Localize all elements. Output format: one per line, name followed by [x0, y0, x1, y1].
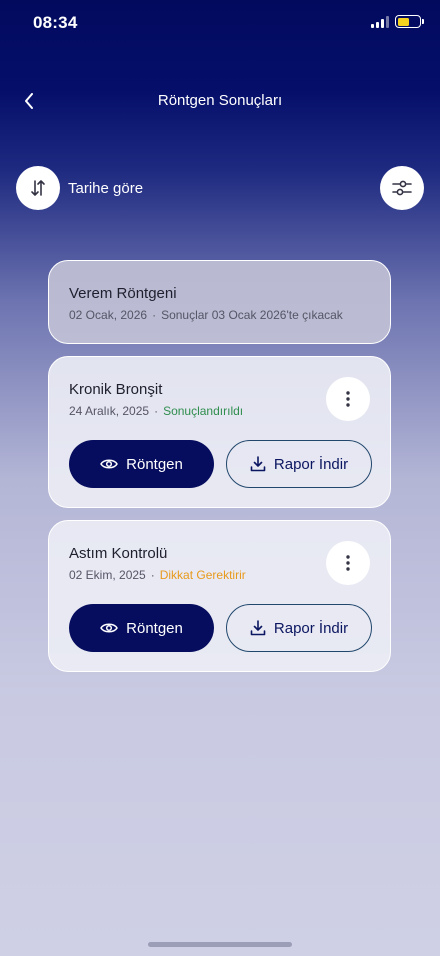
view-xray-label: Röntgen: [126, 619, 183, 637]
more-vertical-icon: [346, 391, 350, 407]
download-report-button[interactable]: Rapor İndir: [226, 440, 372, 488]
result-card: Astım Kontrolü 02 Ekim, 2025 · Dikkat Gere…: [48, 520, 391, 672]
page-title: Röntgen Sonuçları: [157, 92, 283, 109]
signal-icon: [371, 16, 389, 28]
view-xray-button[interactable]: Röntgen: [69, 604, 214, 652]
more-options-button[interactable]: [326, 377, 370, 421]
sort-label[interactable]: Tarihe göre: [68, 180, 143, 197]
download-icon: [250, 620, 266, 636]
result-date: 24 Aralık, 2025: [69, 404, 150, 418]
result-meta: 02 Ocak, 2026 · Sonuçlar 03 Ocak 2026'te ç…: [69, 308, 343, 322]
more-options-button[interactable]: [326, 541, 370, 585]
view-xray-button[interactable]: Röntgen: [69, 440, 214, 488]
result-title: Verem Röntgeni: [69, 285, 177, 302]
result-card: Kronik Bronşit 24 Aralık, 2025 · Sonuçland…: [48, 356, 391, 508]
result-date: 02 Ekim, 2025: [69, 568, 146, 582]
sort-icon: [31, 180, 45, 196]
view-xray-label: Röntgen: [126, 455, 183, 473]
sort-button[interactable]: [16, 166, 60, 210]
result-meta: 02 Ekim, 2025 · Dikkat Gerektirir: [69, 568, 246, 582]
header: Röntgen Sonuçları: [0, 80, 440, 124]
result-status: Sonuçlar 03 Ocak 2026'te çıkacak: [161, 308, 343, 322]
status-time: 08:34: [33, 13, 78, 32]
filter-button[interactable]: [380, 166, 424, 210]
eye-icon: [100, 623, 119, 633]
result-card[interactable]: Verem Röntgeni 02 Ocak, 2026 · Sonuçlar 03…: [48, 260, 391, 344]
download-report-button[interactable]: Rapor İndir: [226, 604, 372, 652]
result-title: Kronik Bronşit: [69, 381, 163, 398]
download-icon: [250, 456, 266, 472]
result-date: 02 Ocak, 2026: [69, 308, 148, 322]
download-report-label: Rapor İndir: [273, 455, 349, 473]
more-vertical-icon: [346, 555, 350, 571]
status-bar: 08:34: [0, 0, 440, 46]
result-status: Sonuçlandırıldı: [163, 404, 244, 418]
result-title: Astım Kontrolü: [69, 545, 168, 562]
battery-cap: [422, 19, 424, 24]
result-meta: 24 Aralık, 2025 · Sonuçlandırıldı: [69, 404, 244, 418]
battery-icon: [395, 15, 421, 28]
download-report-label: Rapor İndir: [273, 619, 349, 637]
home-indicator: [148, 942, 292, 947]
eye-icon: [100, 459, 119, 469]
filter-icon: [392, 180, 412, 196]
result-status: Dikkat Gerektirir: [159, 568, 246, 582]
